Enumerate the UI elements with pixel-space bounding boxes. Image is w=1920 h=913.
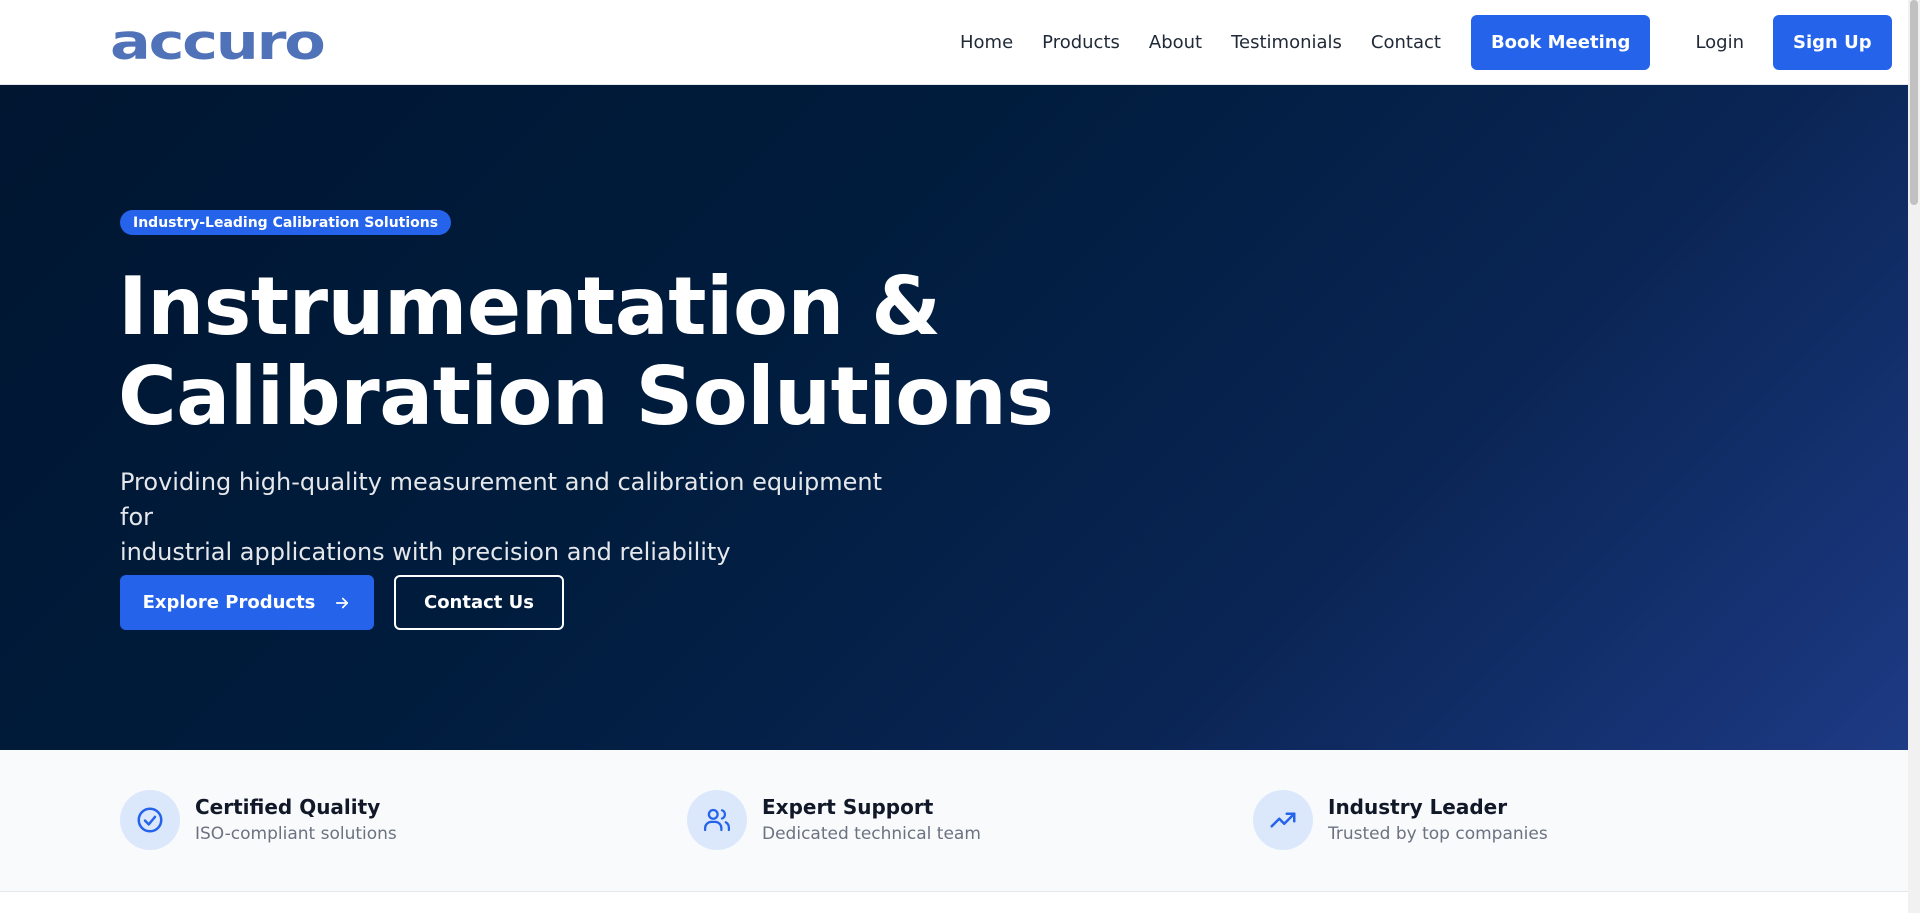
feature-text: Expert Support Dedicated technical team: [762, 793, 981, 847]
scrollbar-thumb[interactable]: [1910, 0, 1918, 205]
explore-products-button[interactable]: Explore Products: [120, 575, 374, 630]
users-icon: [687, 790, 747, 850]
book-meeting-button[interactable]: Book Meeting: [1470, 15, 1651, 70]
feature-title: Expert Support: [762, 795, 934, 819]
feature-certified-quality: Certified Quality ISO-compliant solution…: [120, 790, 397, 850]
trending-up-icon: [1253, 790, 1313, 850]
hero-title: Instrumentation & Calibration Solutions: [118, 262, 1218, 442]
accuro-logo[interactable]: accuro: [110, 18, 326, 67]
feature-title: Certified Quality: [195, 795, 381, 819]
login-link[interactable]: Login: [1695, 32, 1744, 53]
feature-title: Industry Leader: [1328, 795, 1508, 819]
contact-us-button[interactable]: Contact Us: [394, 575, 564, 630]
feature-desc: Dedicated technical team: [762, 824, 981, 844]
hero-subtitle-line-2: industrial applications with precision a…: [120, 538, 731, 566]
site-header: accuro Home Products About Testimonials …: [0, 0, 1908, 85]
hero-actions: Explore Products Contact Us: [120, 575, 564, 630]
page-scrollbar[interactable]: [1908, 0, 1920, 913]
feature-desc: ISO-compliant solutions: [195, 824, 397, 844]
nav-home-link[interactable]: Home: [960, 32, 1013, 53]
nav-testimonials-link[interactable]: Testimonials: [1231, 32, 1342, 53]
check-circle-icon: [120, 790, 180, 850]
hero-subtitle: Providing high-quality measurement and c…: [120, 465, 900, 570]
nav-about-link[interactable]: About: [1149, 32, 1202, 53]
main-nav: Home Products About Testimonials Contact…: [960, 15, 1892, 70]
hero-section: Industry-Leading Calibration Solutions I…: [0, 85, 1908, 750]
explore-products-label: Explore Products: [142, 592, 316, 613]
feature-text: Industry Leader Trusted by top companies: [1328, 793, 1548, 847]
features-strip: Certified Quality ISO-compliant solution…: [0, 750, 1908, 892]
hero-title-line-1: Instrumentation &: [118, 260, 941, 353]
feature-text: Certified Quality ISO-compliant solution…: [195, 793, 397, 847]
arrow-right-icon: [333, 594, 351, 612]
nav-contact-link[interactable]: Contact: [1371, 32, 1441, 53]
sign-up-button[interactable]: Sign Up: [1773, 15, 1892, 70]
nav-products-link[interactable]: Products: [1042, 32, 1120, 53]
feature-desc: Trusted by top companies: [1328, 824, 1548, 844]
feature-expert-support: Expert Support Dedicated technical team: [687, 790, 981, 850]
hero-badge: Industry-Leading Calibration Solutions: [120, 210, 452, 235]
hero-subtitle-line-1: Providing high-quality measurement and c…: [120, 468, 883, 531]
hero-title-line-2: Calibration Solutions: [118, 350, 1054, 443]
feature-industry-leader: Industry Leader Trusted by top companies: [1253, 790, 1548, 850]
